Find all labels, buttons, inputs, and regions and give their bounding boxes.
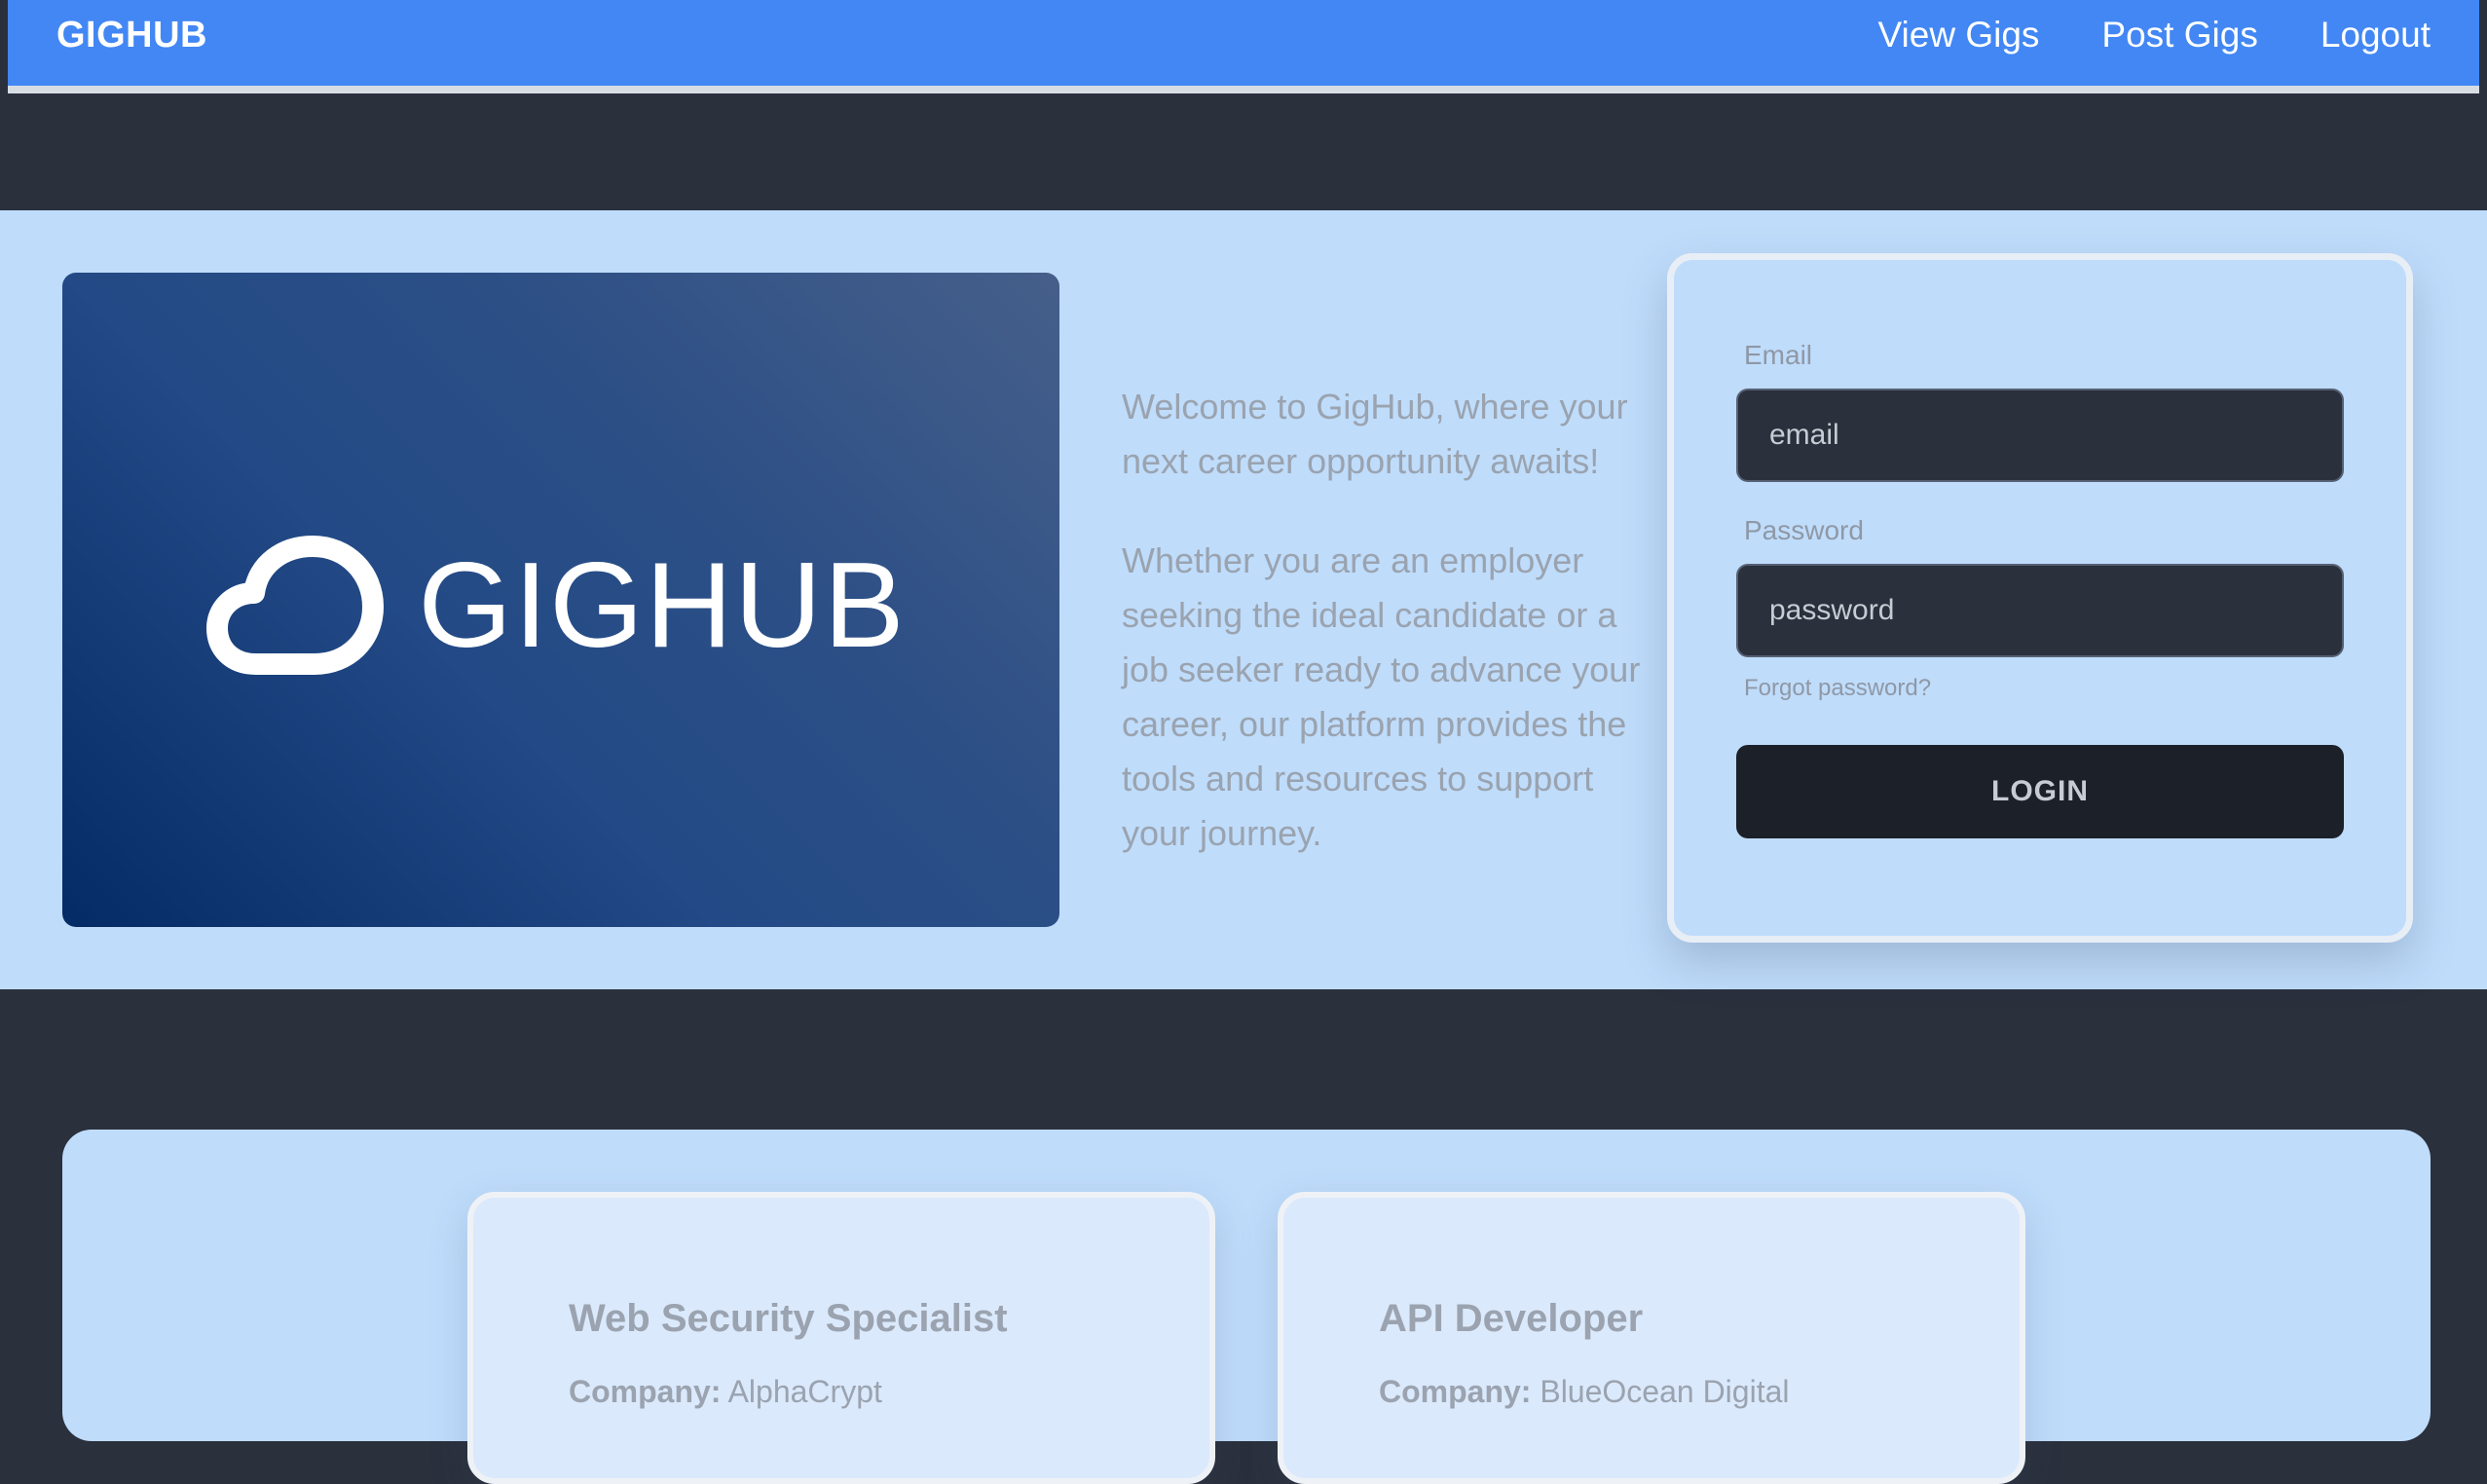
gig-title: Web Security Specialist (569, 1297, 1008, 1340)
gig-company-name: BlueOcean Digital (1540, 1374, 1790, 1409)
password-label: Password (1744, 515, 1864, 545)
hero-logo-panel: GIGHUB (62, 273, 1059, 927)
gig-company: Company: BlueOcean Digital (1379, 1374, 2020, 1410)
login-button[interactable]: LOGIN (1736, 745, 2344, 838)
gig-company-label: Company: (569, 1374, 722, 1409)
email-label: Email (1744, 340, 1813, 370)
intro-text: Welcome to GigHub, where your next caree… (1122, 380, 1648, 861)
intro-paragraph-1: Welcome to GigHub, where your next caree… (1122, 387, 1628, 481)
gigs-panel: Web Security Specialist Company: AlphaCr… (62, 1130, 2431, 1484)
nav-links: View Gigs Post Gigs Logout (1878, 15, 2431, 56)
forgot-password-link[interactable]: Forgot password? (1744, 675, 2344, 702)
nav-view-gigs-link[interactable]: View Gigs (1878, 15, 2040, 56)
gighub-logo: GIGHUB (205, 533, 906, 679)
gig-title: API Developer (1379, 1297, 1644, 1340)
top-navbar: GIGHUB View Gigs Post Gigs Logout (8, 0, 2479, 93)
gig-company-label: Company: (1379, 1374, 1532, 1409)
gig-card[interactable]: API Developer Company: BlueOcean Digital (1278, 1192, 2025, 1484)
nav-logout-link[interactable]: Logout (2320, 15, 2431, 56)
gig-card[interactable]: Web Security Specialist Company: AlphaCr… (467, 1192, 1215, 1484)
intro-paragraph-2: Whether you are an employer seeking the … (1122, 540, 1641, 853)
login-card: Email Password Forgot password? LOGIN (1667, 253, 2413, 943)
brand-logo-text[interactable]: GIGHUB (56, 15, 207, 56)
hero-section: GIGHUB Welcome to GigHub, where your nex… (0, 210, 2487, 989)
nav-post-gigs-link[interactable]: Post Gigs (2101, 15, 2257, 56)
gig-company: Company: AlphaCrypt (569, 1374, 1209, 1410)
logo-wordmark: GIGHUB (418, 538, 907, 673)
gig-company-name: AlphaCrypt (727, 1374, 882, 1409)
email-input[interactable] (1736, 389, 2344, 482)
password-input[interactable] (1736, 564, 2344, 657)
cloud-icon (206, 536, 385, 675)
